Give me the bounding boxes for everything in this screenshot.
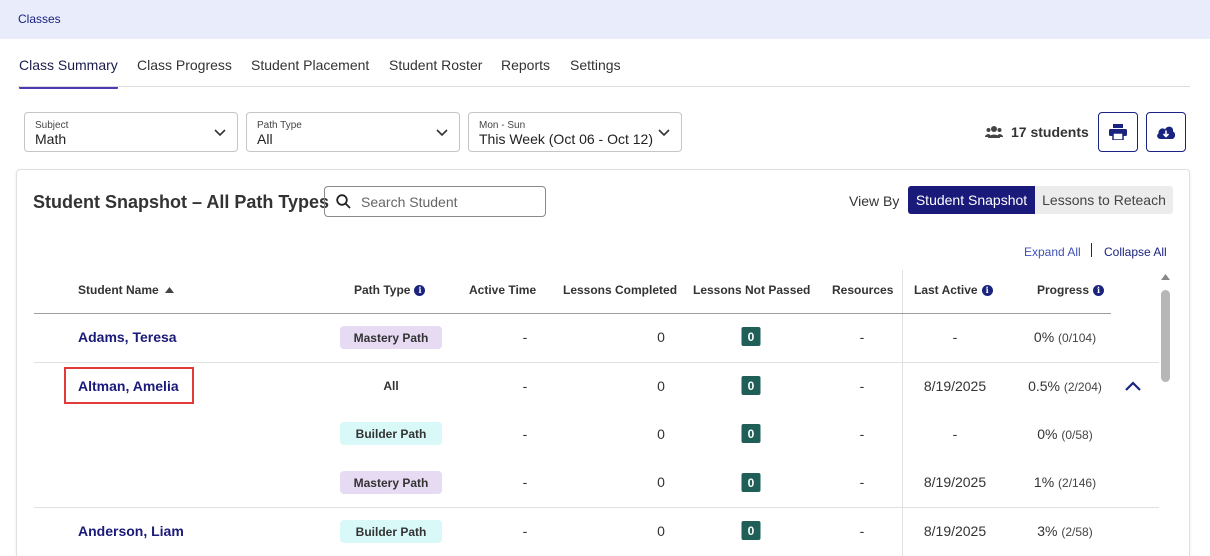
path-type-cell: All [383,379,399,393]
progress-cell: 0% (0/104) [1033,329,1097,345]
resources-cell: - [859,378,865,394]
week-label: Mon - Sun [479,120,526,131]
path-type-value: All [257,131,273,147]
link-separator [1091,243,1092,257]
tab-settings[interactable]: Settings [570,57,621,73]
tab-class-progress[interactable]: Class Progress [137,57,232,73]
last-active-cell: - [952,329,958,345]
path-type-label: Path Type [257,120,302,131]
column-lessons-not-passed: Lessons Not Passed [693,283,811,297]
row-divider [34,362,1159,363]
search-icon [336,194,351,209]
print-icon [1109,124,1127,140]
week-dropdown[interactable]: Mon - Sun This Week (Oct 06 - Oct 12) [468,112,682,152]
tab-divider [18,86,1190,87]
breadcrumb-classes[interactable]: Classes [18,12,61,26]
resources-cell: - [859,426,865,442]
tab-bar: Class Summary Class Progress Student Pla… [0,50,1210,89]
row-divider [34,507,1159,508]
progress-cell: 3% (2/58) [1037,523,1093,539]
column-progress: Progress i [1037,283,1105,297]
lessons-not-passed-badge[interactable]: 0 [741,327,761,346]
active-time-cell: - [522,329,528,345]
print-button[interactable] [1098,112,1138,152]
chevron-down-icon [436,129,448,137]
student-snapshot-card: Student Snapshot – All Path Types View B… [16,169,1190,556]
info-icon[interactable]: i [981,284,993,296]
collapse-all-link[interactable]: Collapse All [1104,245,1167,259]
path-type-dropdown[interactable]: Path Type All [246,112,460,152]
scrollbar-thumb[interactable] [1161,290,1170,382]
path-type-pill: Builder Path [340,520,442,543]
path-type-pill: Mastery Path [340,471,442,494]
cloud-download-icon [1157,126,1176,139]
active-time-cell: - [522,378,528,394]
active-time-cell: - [522,426,528,442]
card-title: Student Snapshot – All Path Types [33,192,330,212]
column-active-time: Active Time [469,283,537,297]
tab-student-placement[interactable]: Student Placement [251,57,369,73]
progress-cell: 0% (0/58) [1037,426,1093,442]
lessons-not-passed-badge[interactable]: 0 [741,424,761,443]
last-active-cell: 8/19/2025 [923,523,987,539]
view-by-label: View By [849,193,900,209]
tab-class-summary[interactable]: Class Summary [19,57,118,89]
resources-cell: - [859,474,865,490]
last-active-cell: 8/19/2025 [923,474,987,490]
scroll-up-icon[interactable] [1161,274,1170,280]
lessons-completed-cell: 0 [657,426,665,442]
users-icon [985,126,1003,138]
path-type-pill: Mastery Path [340,326,442,349]
resources-cell: - [859,523,865,539]
tab-reports[interactable]: Reports [501,57,550,73]
tab-student-roster[interactable]: Student Roster [389,57,482,73]
column-path-type: Path Type i [354,283,426,297]
resources-cell: - [859,329,865,345]
lessons-not-passed-badge[interactable]: 0 [741,473,761,492]
chevron-down-icon [214,129,226,137]
students-count: 17 students [985,123,1089,141]
active-time-cell: - [522,474,528,490]
search-input[interactable] [361,192,537,212]
lessons-completed-cell: 0 [657,329,665,345]
top-bar: Classes [0,0,1210,39]
lessons-completed-cell: 0 [657,523,665,539]
student-name-link[interactable]: Altman, Amelia [78,378,179,394]
subject-value: Math [35,131,67,147]
lessons-not-passed-badge[interactable]: 0 [741,376,761,395]
column-lessons-completed: Lessons Completed [563,283,678,297]
subject-dropdown[interactable]: Subject Math [24,112,238,152]
chevron-up-icon[interactable] [1124,380,1142,392]
column-resources: Resources [832,283,894,297]
last-active-cell: - [952,426,958,442]
column-last-active: Last Active i [914,283,993,297]
student-name-link[interactable]: Anderson, Liam [78,523,184,539]
student-name-link[interactable]: Adams, Teresa [78,329,177,345]
students-count-text: 17 students [1011,124,1089,140]
lessons-completed-cell: 0 [657,474,665,490]
progress-cell: 0.5% (2/204) [1028,378,1102,394]
student-snapshot-toggle[interactable]: Student Snapshot [908,186,1035,214]
week-value: This Week (Oct 06 - Oct 12) [479,131,654,147]
info-icon[interactable]: i [1093,284,1105,296]
column-student-name[interactable]: Student Name [78,283,174,297]
chevron-down-icon [658,129,670,137]
download-button[interactable] [1146,112,1186,152]
lessons-completed-cell: 0 [657,378,665,394]
last-active-cell: 8/19/2025 [923,378,987,394]
progress-cell: 1% (2/146) [1033,474,1097,490]
lessons-not-passed-badge[interactable]: 0 [741,521,761,540]
sort-ascending-icon [164,287,174,293]
search-box[interactable] [324,186,546,217]
header-divider [34,313,1111,314]
expand-all-link[interactable]: Expand All [1024,245,1081,259]
info-icon[interactable]: i [414,284,426,296]
lessons-to-reteach-toggle[interactable]: Lessons to Reteach [1035,186,1173,214]
path-type-pill: Builder Path [340,422,442,445]
active-time-cell: - [522,523,528,539]
subject-label: Subject [35,120,69,131]
